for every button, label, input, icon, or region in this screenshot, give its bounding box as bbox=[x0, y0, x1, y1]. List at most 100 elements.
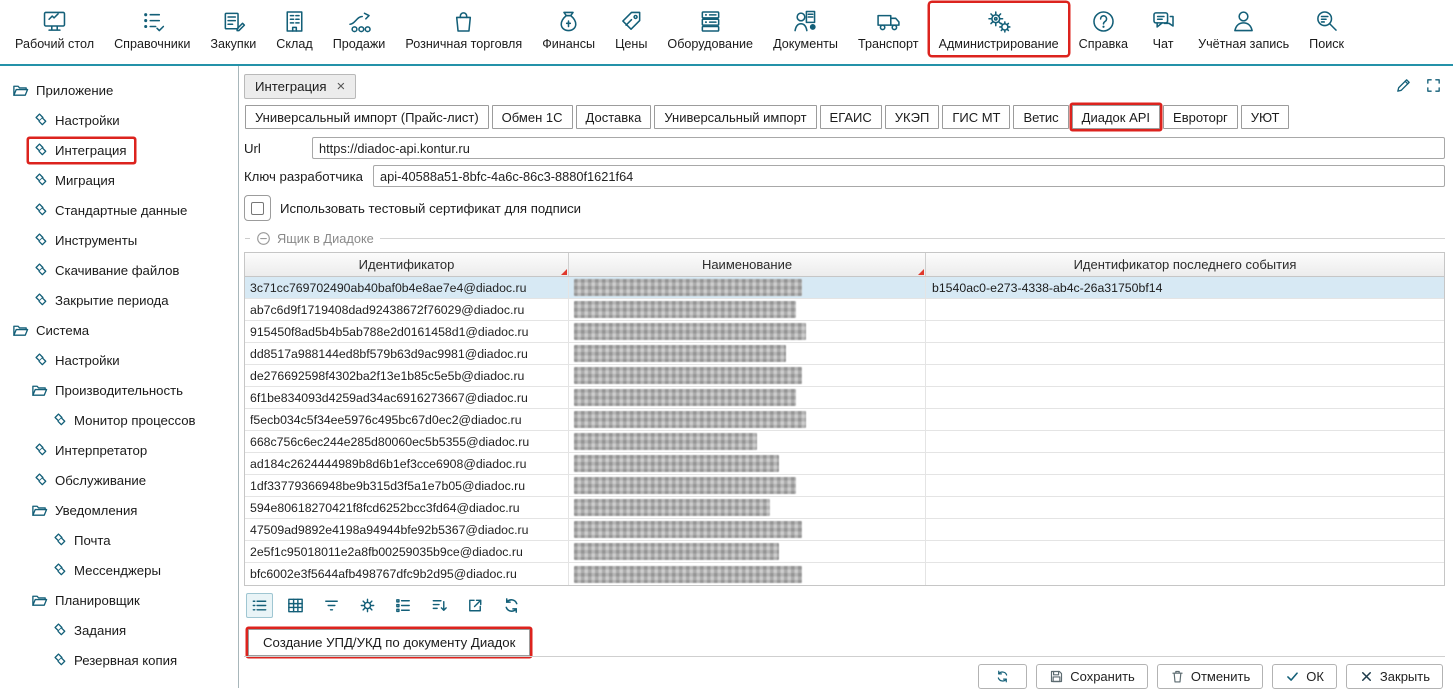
toolbar-item-retail[interactable]: Розничная торговля bbox=[396, 3, 531, 55]
sidebar-item-file-download[interactable]: Скачивание файлов bbox=[0, 255, 238, 285]
toolbar-item-sales[interactable]: Продажи bbox=[324, 3, 395, 55]
toolbar-item-help[interactable]: Справка bbox=[1070, 3, 1137, 55]
table-row[interactable]: 2e5f1c95018011e2a8fb00259035b9ce@diadoc.… bbox=[245, 541, 1444, 563]
table-row[interactable]: 47509ad9892e4198a94944bfe92b5367@diadoc.… bbox=[245, 519, 1444, 541]
table-row[interactable]: de276692598f4302ba2f13e1b85c5e5b@diadoc.… bbox=[245, 365, 1444, 387]
subtab-gis-mt[interactable]: ГИС МТ bbox=[942, 105, 1010, 129]
tab-integration[interactable]: Интеграция × bbox=[244, 74, 356, 99]
toolbar-item-finance[interactable]: Финансы bbox=[533, 3, 604, 55]
table-row[interactable]: ab7c6d9f1719408dad92438672f76029@diadoc.… bbox=[245, 299, 1444, 321]
toolbar-item-prices[interactable]: Цены bbox=[606, 3, 656, 55]
ok-button[interactable]: ОК bbox=[1272, 664, 1337, 689]
edit-pencil-icon[interactable] bbox=[1395, 77, 1412, 94]
table-row[interactable]: 668c756c6ec244e285d80060ec5b5355@diadoc.… bbox=[245, 431, 1444, 453]
grid-tool-list-view[interactable] bbox=[246, 593, 273, 618]
subtab-evrotorg[interactable]: Евроторг bbox=[1163, 105, 1238, 129]
table-row[interactable]: 3c71cc769702490ab40baf0b4e8ae7e4@diadoc.… bbox=[245, 277, 1444, 299]
collapse-icon[interactable] bbox=[256, 231, 271, 246]
table-row[interactable]: f5ecb034c5f34ee5976c495bc67d0ec2@diadoc.… bbox=[245, 409, 1444, 431]
sidebar-item-process-monitor[interactable]: Монитор процессов bbox=[0, 405, 238, 435]
expand-icon[interactable] bbox=[1425, 77, 1442, 94]
toolbar-item-desktop[interactable]: Рабочий стол bbox=[6, 3, 103, 55]
tab-close-icon[interactable]: × bbox=[337, 81, 346, 93]
redacted-name bbox=[574, 301, 796, 318]
sidebar-item-messengers[interactable]: Мессенджеры bbox=[0, 555, 238, 585]
tags-icon bbox=[31, 172, 48, 189]
sidebar-item-standard-data[interactable]: Стандартные данные bbox=[0, 195, 238, 225]
subtab-vetis[interactable]: Ветис bbox=[1013, 105, 1068, 129]
grid-tool-open-external[interactable] bbox=[462, 593, 489, 618]
grid-tool-filter[interactable] bbox=[318, 593, 345, 618]
cancel-button[interactable]: Отменить bbox=[1157, 664, 1263, 689]
sidebar-item-tasks[interactable]: Задания bbox=[0, 615, 238, 645]
toolbar-item-equipment[interactable]: Оборудование bbox=[658, 3, 762, 55]
save-button[interactable]: Сохранить bbox=[1036, 664, 1148, 689]
table-row[interactable]: 594e80618270421f8fcd6252bcc3fd64@diadoc.… bbox=[245, 497, 1444, 519]
sidebar-item-label: Планировщик bbox=[55, 593, 140, 608]
table-header-row: ИдентификаторНаименованиеИдентификатор п… bbox=[245, 253, 1444, 277]
mailbox-id-cell: ad184c2624444989b8d6b1ef3cce6908@diadoc.… bbox=[245, 453, 569, 474]
table-row[interactable]: 915450f8ad5b4b5ab788e2d0161458d1@diadoc.… bbox=[245, 321, 1444, 343]
column-header-2[interactable]: Идентификатор последнего события bbox=[926, 253, 1444, 276]
sidebar-item-migration[interactable]: Миграция bbox=[0, 165, 238, 195]
sidebar-item-notifications[interactable]: Уведомления bbox=[0, 495, 238, 525]
sidebar-item-content: Приложение bbox=[10, 79, 120, 102]
save-icon bbox=[1049, 669, 1064, 684]
table-row[interactable]: dd8517a988144ed8bf579b63d9ac9981@diadoc.… bbox=[245, 343, 1444, 365]
subtab-delivery[interactable]: Доставка bbox=[576, 105, 652, 129]
sidebar-item-interpreter[interactable]: Интерпретатор bbox=[0, 435, 238, 465]
toolbar-item-transport[interactable]: Транспорт bbox=[849, 3, 928, 55]
subtab-1c-exchange[interactable]: Обмен 1С bbox=[492, 105, 573, 129]
grid-tool-sort-list[interactable] bbox=[426, 593, 453, 618]
toolbar-item-account[interactable]: Учётная запись bbox=[1189, 3, 1298, 55]
developer-key-input[interactable] bbox=[373, 165, 1445, 187]
url-label: Url bbox=[244, 141, 302, 156]
toolbar-item-warehouse[interactable]: Склад bbox=[267, 3, 321, 55]
subtab-egais[interactable]: ЕГАИС bbox=[820, 105, 882, 129]
sidebar-item-period-closing[interactable]: Закрытие периода bbox=[0, 285, 238, 315]
sidebar-item-settings[interactable]: Настройки bbox=[0, 105, 238, 135]
toolbar-item-documents[interactable]: Документы bbox=[764, 3, 847, 55]
sidebar-item-system[interactable]: Система bbox=[0, 315, 238, 345]
subtab-universal-import[interactable]: Универсальный импорт bbox=[654, 105, 816, 129]
folder-icon bbox=[31, 382, 48, 399]
subtab-universal-import-pricelist[interactable]: Универсальный импорт (Прайс-лист) bbox=[245, 105, 489, 129]
test-certificate-checkbox[interactable] bbox=[244, 195, 271, 221]
sidebar-item-backup[interactable]: Резервная копия bbox=[0, 645, 238, 675]
sidebar-item-maintenance[interactable]: Обслуживание bbox=[0, 465, 238, 495]
table-row[interactable]: ad184c2624444989b8d6b1ef3cce6908@diadoc.… bbox=[245, 453, 1444, 475]
sidebar-item-content: Производительность bbox=[29, 379, 190, 402]
table-row[interactable]: bfc6002e3f5644afb498767dfc9b2d95@diadoc.… bbox=[245, 563, 1444, 585]
toolbar-item-administration[interactable]: Администрирование bbox=[930, 3, 1068, 55]
subtab-uyut[interactable]: УЮТ bbox=[1241, 105, 1290, 129]
toolbar-item-directories[interactable]: Справочники bbox=[105, 3, 199, 55]
table-row[interactable]: 1df33779366948be9b315d3f5a1e7b05@diadoc.… bbox=[245, 475, 1444, 497]
grid-tool-numbered-list[interactable] bbox=[390, 593, 417, 618]
sidebar-item-integration[interactable]: Интеграция bbox=[0, 135, 238, 165]
column-header-1[interactable]: Наименование bbox=[569, 253, 926, 276]
sidebar-item-application[interactable]: Приложение bbox=[0, 75, 238, 105]
ok-label: ОК bbox=[1306, 669, 1324, 684]
grid-tool-settings[interactable] bbox=[354, 593, 381, 618]
sidebar-item-mail[interactable]: Почта bbox=[0, 525, 238, 555]
grid-tool-table-view[interactable] bbox=[282, 593, 309, 618]
tags-icon bbox=[31, 442, 48, 459]
refresh-button[interactable] bbox=[978, 664, 1027, 689]
sidebar-item-performance[interactable]: Производительность bbox=[0, 375, 238, 405]
mailbox-id-cell: f5ecb034c5f34ee5976c495bc67d0ec2@diadoc.… bbox=[245, 409, 569, 430]
close-button[interactable]: Закрыть bbox=[1346, 664, 1443, 689]
create-upd-ukd-button[interactable]: Создание УПД/УКД по документу Диадок bbox=[248, 629, 530, 656]
column-header-0[interactable]: Идентификатор bbox=[245, 253, 569, 276]
sidebar-item-system-settings[interactable]: Настройки bbox=[0, 345, 238, 375]
sidebar-item-scheduler[interactable]: Планировщик bbox=[0, 585, 238, 615]
grid-tool-refresh[interactable] bbox=[498, 593, 525, 618]
mailbox-name-cell bbox=[569, 497, 926, 518]
toolbar-item-purchases[interactable]: Закупки bbox=[201, 3, 265, 55]
sidebar-item-tools[interactable]: Инструменты bbox=[0, 225, 238, 255]
table-row[interactable]: 6f1be834093d4259ad34ac6916273667@diadoc.… bbox=[245, 387, 1444, 409]
toolbar-item-search[interactable]: Поиск bbox=[1300, 3, 1353, 55]
toolbar-item-chat[interactable]: Чат bbox=[1139, 3, 1187, 55]
subtab-diadoc-api[interactable]: Диадок API bbox=[1072, 105, 1160, 129]
subtab-ukep[interactable]: УКЭП bbox=[885, 105, 940, 129]
url-input[interactable] bbox=[312, 137, 1445, 159]
